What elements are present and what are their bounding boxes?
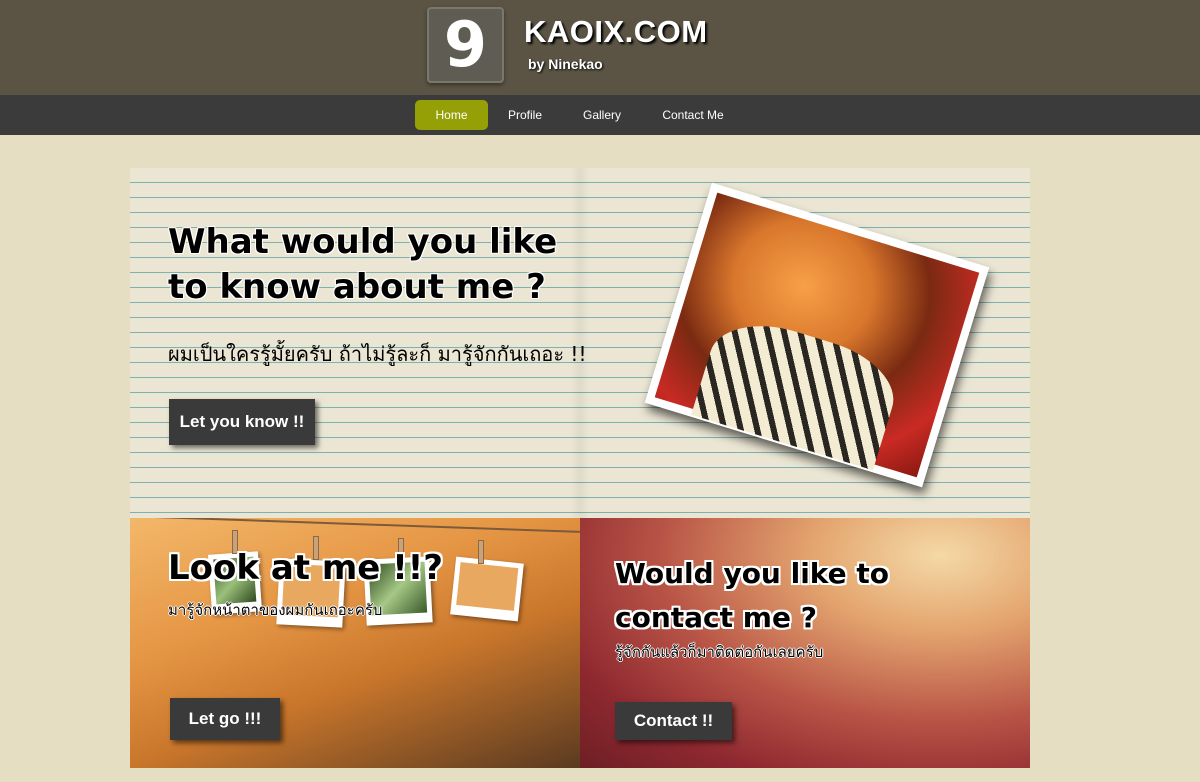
contact-card-title-line2: contact me ?: [615, 601, 817, 634]
profile-photo: [644, 182, 990, 488]
hanging-photo-4: [450, 556, 524, 622]
contact-button[interactable]: Contact !!: [615, 702, 732, 740]
gallery-card-subtitle: มารู้จักหน้าตาของผมกันเถอะครับ: [168, 601, 383, 619]
let-you-know-button[interactable]: Let you know !!: [169, 399, 315, 445]
contact-card-title: Would you like to contact me ?: [615, 552, 889, 640]
site-title[interactable]: KAOIX.COM: [524, 14, 708, 50]
nav-profile[interactable]: Profile: [494, 100, 556, 130]
photo-shirt-pattern: [691, 309, 906, 471]
clothesline: [130, 518, 580, 533]
site-subtitle: by Ninekao: [528, 56, 603, 72]
nav-home[interactable]: Home: [415, 100, 488, 130]
clothespin-icon: [478, 540, 484, 564]
contact-card-title-line1: Would you like to: [615, 557, 890, 590]
hero-title-line1: What would you like: [168, 222, 558, 262]
gallery-card: Look at me !!? มารู้จักหน้าตาของผมกันเถอ…: [130, 518, 580, 768]
nav-contact-me[interactable]: Contact Me: [652, 100, 734, 130]
site-header: 9 KAOIX.COM by Ninekao: [0, 0, 1200, 95]
hero-title-line2: to know about me ?: [168, 267, 546, 307]
logo-number: 9: [443, 8, 488, 81]
let-go-button[interactable]: Let go !!!: [170, 698, 280, 740]
contact-card: Would you like to contact me ? รู้จักกัน…: [580, 518, 1030, 768]
logo-badge[interactable]: 9: [427, 7, 504, 83]
hero-title: What would you like to know about me ?: [168, 220, 628, 310]
nav-gallery[interactable]: Gallery: [571, 100, 633, 130]
profile-photo-image: [654, 192, 980, 478]
hero-subtitle: ผมเป็นใครรู้มั้ยครับ ถ้าไม่รู้ละก็ มารู้…: [168, 342, 587, 366]
hero-banner: What would you like to know about me ? ผ…: [130, 168, 1030, 518]
gallery-card-title: Look at me !!?: [168, 548, 443, 588]
contact-card-subtitle: รู้จักกันแล้วก็มาติดต่อกันเลยครับ: [615, 643, 824, 661]
main-nav: Home Profile Gallery Contact Me: [0, 95, 1200, 135]
